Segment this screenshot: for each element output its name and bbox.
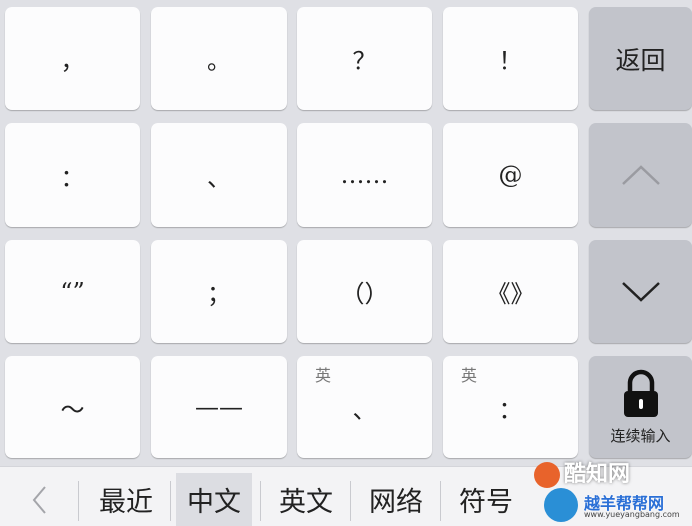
symbol-key[interactable]: ；: [151, 240, 287, 343]
watermark-logo: [544, 488, 578, 522]
symbol-key[interactable]: 英 ：: [443, 356, 578, 458]
tab-chinese[interactable]: 中文: [176, 473, 252, 526]
key-label: ……: [340, 161, 389, 189]
key-label: 《》: [486, 280, 535, 308]
symbol-key[interactable]: @: [443, 123, 578, 227]
key-label: （）: [340, 280, 389, 308]
tab-english[interactable]: 英文: [266, 473, 346, 526]
key-label: @: [498, 161, 523, 189]
symbol-key[interactable]: （）: [297, 240, 432, 343]
chevron-left-icon: [32, 485, 46, 514]
lock-label: 连续输入: [610, 426, 671, 445]
key-hint-label: 英: [315, 366, 332, 385]
key-label: ，: [60, 47, 85, 75]
watermark-url: www.yueyangbang.com: [584, 510, 680, 519]
tab-label: 英文: [279, 487, 333, 518]
symbol-key[interactable]: ？: [297, 7, 432, 110]
key-label: ？: [352, 47, 377, 75]
tab-label: 网络: [369, 487, 423, 518]
divider: [78, 481, 79, 521]
key-label: ：: [60, 163, 85, 192]
symbol-key[interactable]: 英 、: [297, 356, 432, 458]
back-label: 返回: [615, 45, 666, 75]
divider: [260, 481, 261, 521]
symbol-key[interactable]: ……: [297, 123, 432, 227]
key-label: “”: [60, 277, 85, 306]
symbol-key[interactable]: ——: [151, 356, 287, 458]
key-hint-label: 英: [461, 366, 478, 385]
tab-symbols[interactable]: 符号: [446, 473, 526, 526]
symbol-key[interactable]: ～: [5, 356, 140, 458]
symbol-keyboard-grid: ， 。 ？ ！ ： 、 …… @ “” ； （） 《》 ～ —— 英 、 英 ：…: [0, 0, 692, 465]
symbol-key[interactable]: ！: [443, 7, 578, 110]
continuous-input-lock-button[interactable]: 连续输入: [589, 356, 692, 458]
symbol-key[interactable]: ：: [5, 123, 140, 227]
divider: [440, 481, 441, 521]
tab-label: 中文: [187, 487, 241, 518]
page-up-button[interactable]: [589, 123, 692, 227]
tab-label: 最近: [99, 487, 153, 518]
chevron-down-icon: [621, 281, 660, 302]
key-label: ！: [498, 47, 523, 75]
back-button[interactable]: 返回: [589, 7, 692, 110]
key-label: ；: [207, 280, 231, 308]
watermark: 酷知网 越羊帮帮网 www.yueyangbang.com: [522, 452, 692, 525]
symbol-key[interactable]: ，: [5, 7, 140, 110]
watermark-logo: [534, 462, 560, 488]
tab-label: 符号: [459, 487, 513, 518]
tab-network[interactable]: 网络: [356, 473, 436, 526]
back-arrow-button[interactable]: [20, 473, 58, 526]
key-label: ——: [195, 393, 243, 421]
chevron-up-icon: [621, 165, 660, 185]
divider: [170, 481, 171, 521]
key-label: 。: [207, 47, 231, 75]
key-label: ～: [60, 395, 85, 424]
divider: [350, 481, 351, 521]
symbol-key[interactable]: “”: [5, 240, 140, 343]
tab-recent[interactable]: 最近: [86, 473, 166, 526]
key-label: ：: [498, 395, 523, 424]
symbol-key[interactable]: 《》: [443, 240, 578, 343]
symbol-key[interactable]: 、: [151, 123, 287, 227]
key-label: 、: [207, 163, 231, 192]
watermark-main: 酷知网: [564, 462, 631, 487]
lock-icon: [623, 369, 658, 417]
page-down-button[interactable]: [589, 240, 692, 343]
key-label: 、: [352, 395, 377, 424]
symbol-key[interactable]: 。: [151, 7, 287, 110]
